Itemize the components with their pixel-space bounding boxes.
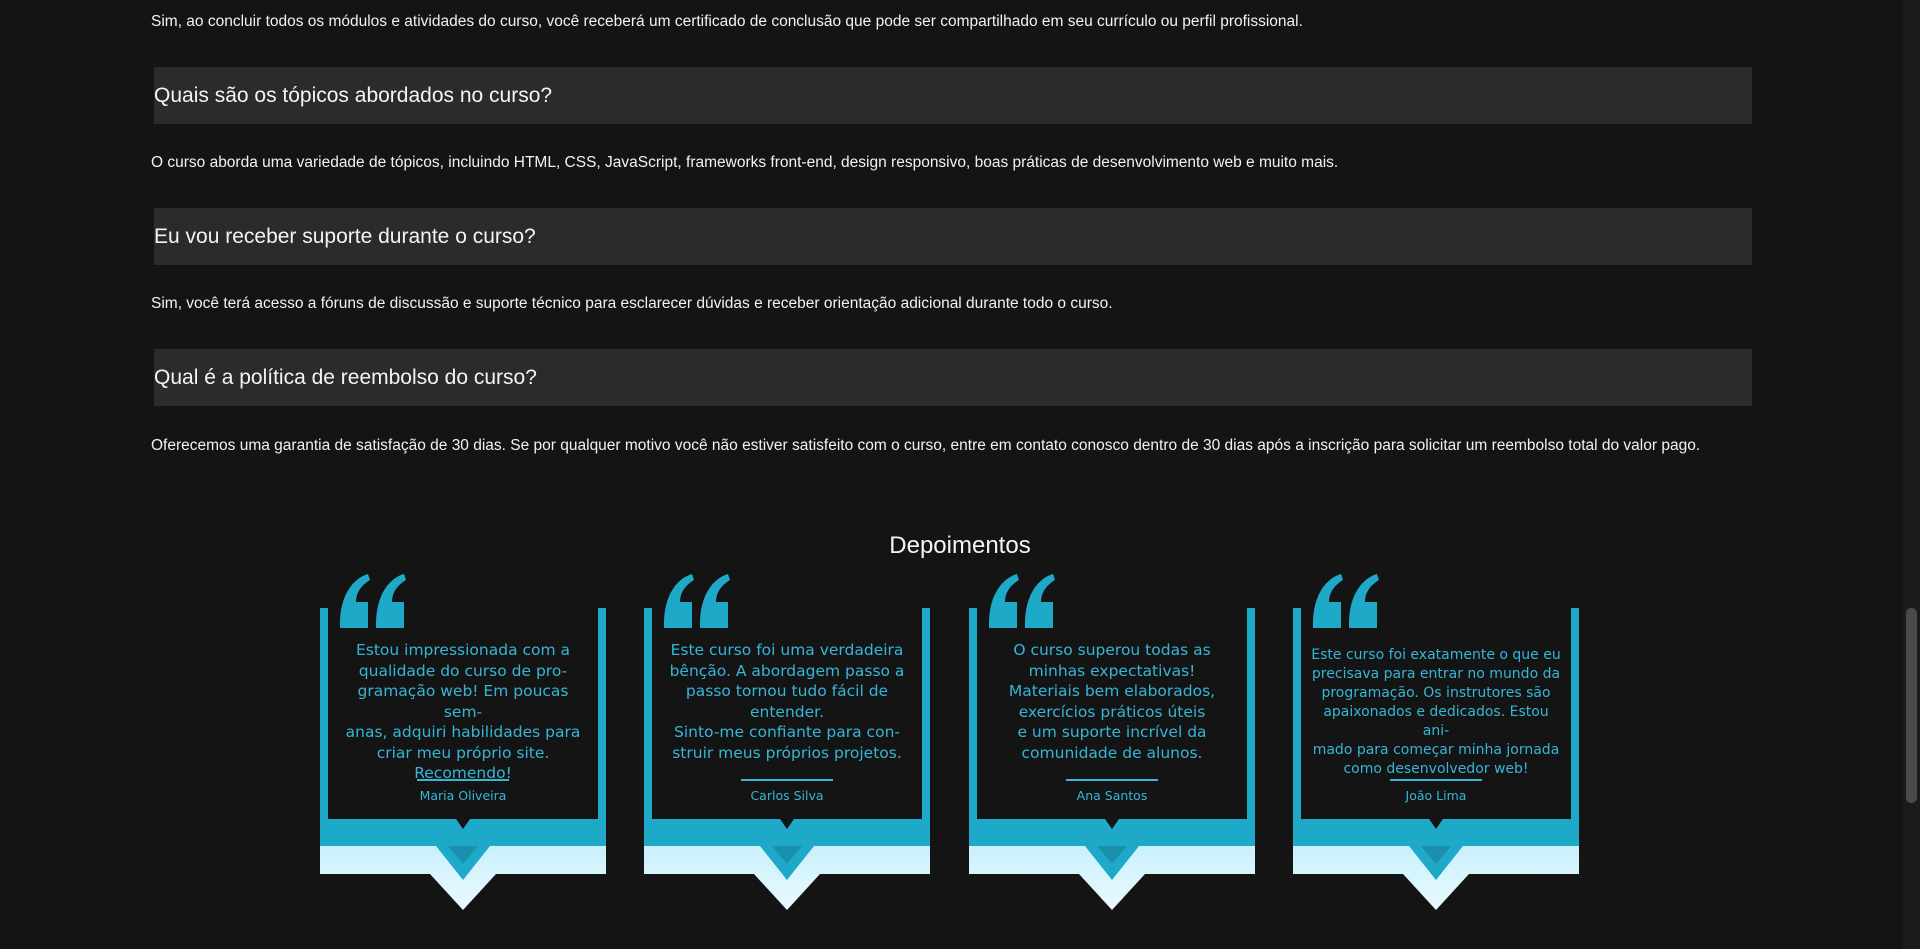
faq-question-label: Qual é a política de reembolso do curso? xyxy=(154,365,537,389)
faq-answer-support: Sim, você terá acesso a fóruns de discus… xyxy=(151,295,1113,312)
testimonial-author: João Lima xyxy=(1405,788,1467,803)
testimonial-card: O curso superou todas as minhas expectat… xyxy=(969,572,1255,912)
divider xyxy=(741,779,833,781)
testimonial-quote: O curso superou todas as minhas expectat… xyxy=(1008,641,1216,762)
faq-answer-topics: O curso aborda uma variedade de tópicos,… xyxy=(151,154,1339,171)
scrollbar[interactable] xyxy=(1903,0,1920,949)
faq-question-topics[interactable]: Quais são os tópicos abordados no curso? xyxy=(154,67,1752,124)
testimonial-author: Ana Santos xyxy=(1076,788,1148,803)
testimonial-quote: Este curso foi exatamente o que eu preci… xyxy=(1311,647,1561,777)
testimonial-card: Estou impressionada com a qualidade do c… xyxy=(320,572,606,912)
testimonial-quote: Este curso foi uma verdadeira bênção. A … xyxy=(669,641,905,762)
faq-answer-certificate: Sim, ao concluir todos os módulos e ativ… xyxy=(151,13,1303,30)
testimonial-card: Este curso foi uma verdadeira bênção. A … xyxy=(644,572,930,912)
divider xyxy=(1066,779,1158,781)
faq-question-label: Eu vou receber suporte durante o curso? xyxy=(154,224,536,248)
faq-question-refund[interactable]: Qual é a política de reembolso do curso? xyxy=(154,349,1752,406)
testimonial-author: Carlos Silva xyxy=(750,788,824,803)
testimonials-title: Depoimentos xyxy=(889,532,1031,559)
scrollbar-thumb[interactable] xyxy=(1906,608,1917,803)
divider xyxy=(417,779,509,781)
faq-answer-refund: Oferecemos uma garantia de satisfação de… xyxy=(151,437,1701,454)
divider xyxy=(1390,779,1482,781)
testimonial-author: Maria Oliveira xyxy=(419,788,507,803)
testimonial-quote: Estou impressionada com a qualidade do c… xyxy=(345,641,581,782)
faq-question-label: Quais são os tópicos abordados no curso? xyxy=(154,83,553,107)
faq-question-support[interactable]: Eu vou receber suporte durante o curso? xyxy=(154,208,1752,265)
testimonial-card: Este curso foi exatamente o que eu preci… xyxy=(1293,572,1579,912)
